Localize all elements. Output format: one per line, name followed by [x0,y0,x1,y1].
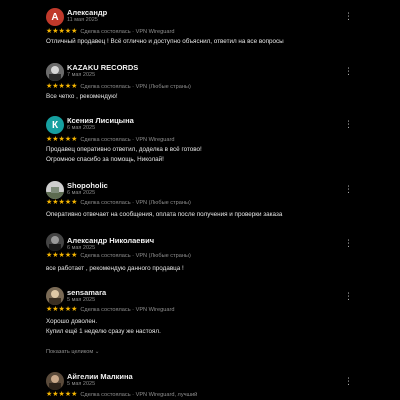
reviewer-name[interactable]: Shopoholic [67,181,108,190]
review-text: Отличный продавец ! Всё отлично и доступ… [46,38,284,45]
deal-status: Сделка состоялась · VPN Wireguard [80,29,175,35]
star-rating: ★★★★★ [46,83,78,90]
review-date: 6 мая 2025 [67,190,96,196]
star-rating: ★★★★★ [46,28,78,35]
deal-status: Сделка состоялась · VPN (Любые страны) [80,253,191,259]
avatar-photo [46,233,64,251]
review-date: 6 мая 2025 [67,245,96,251]
star-rating: ★★★★★ [46,252,78,259]
review-meta: ★★★★★ Сделка состоялась · VPN (Любые стр… [46,252,191,260]
avatar[interactable] [46,63,64,81]
avatar[interactable] [46,181,64,199]
more-vertical-icon[interactable]: ⋮ [344,67,353,76]
deal-status: Сделка состоялась · VPN (Любые страны) [80,200,191,206]
review-text: Огромное спасибо за помощь, Николай! [46,156,164,163]
review-date: 6 мая 2025 [67,125,96,131]
reviewer-name[interactable]: Александр Николаевич [67,236,154,245]
review-meta: ★★★★★ Сделка состоялась · VPN Wireguard [46,28,174,36]
deal-status: Сделка состоялась · VPN Wireguard, лучши… [80,392,198,398]
deal-status: Сделка состоялась · VPN Wireguard [80,137,175,143]
more-vertical-icon[interactable]: ⋮ [344,12,353,21]
review-text: Оперативно отвечает на сообщения, оплата… [46,211,283,218]
show-more-link[interactable]: Показать целиком ⌄ [46,349,100,355]
avatar[interactable] [46,372,64,390]
more-vertical-icon[interactable]: ⋮ [344,120,353,129]
review-date: 5 мая 2025 [67,297,96,303]
review-text: Купил ещё 1 неделю сразу же настоял. [46,328,161,335]
review-meta: ★★★★★ Сделка состоялась · VPN (Любые стр… [46,199,191,207]
avatar-photo [46,63,64,81]
deal-status: Сделка состоялась · VPN (Любые страны) [80,84,191,90]
more-vertical-icon[interactable]: ⋮ [344,239,353,248]
review-text: все работает , рекомендую данного продав… [46,265,184,272]
review-text: Хорошо доволен. [46,318,98,325]
reviewer-name[interactable]: sensamara [67,288,106,297]
more-vertical-icon[interactable]: ⋮ [344,185,353,194]
review-meta: ★★★★★ Сделка состоялась · VPN Wireguard [46,136,174,144]
avatar-letter: К [51,119,59,131]
star-rating: ★★★★★ [46,306,78,313]
avatar-letter: A [51,11,59,23]
reviewer-name[interactable]: Александр [67,8,107,17]
review-date: 5 мая 2025 [67,381,96,387]
avatar-photo [46,181,64,199]
more-vertical-icon[interactable]: ⋮ [344,292,353,301]
avatar[interactable]: К [46,116,64,134]
star-rating: ★★★★★ [46,199,78,206]
reviewer-name[interactable]: KAZAKU RECORDS [67,63,138,72]
avatar[interactable] [46,233,64,251]
review-text: Все четко , рекомендую! [46,93,118,100]
avatar-photo [46,287,64,305]
star-rating: ★★★★★ [46,391,78,398]
more-vertical-icon[interactable]: ⋮ [344,377,353,386]
review-meta: ★★★★★ Сделка состоялась · VPN Wireguard,… [46,391,197,399]
review-text: Продавец оперативно ответил, доделка в в… [46,146,202,153]
reviewer-name[interactable]: Айгелии Малкина [67,372,133,381]
reviewer-name[interactable]: Ксения Лисицына [67,116,134,125]
review-date: 7 мая 2025 [67,72,96,78]
deal-status: Сделка состоялась · VPN Wireguard [80,307,175,313]
avatar[interactable] [46,287,64,305]
avatar[interactable]: A [46,8,64,26]
avatar-photo [46,372,64,390]
star-rating: ★★★★★ [46,136,78,143]
review-meta: ★★★★★ Сделка состоялась · VPN (Любые стр… [46,83,191,91]
review-meta: ★★★★★ Сделка состоялась · VPN Wireguard [46,306,174,314]
review-date: 11 мая 2025 [67,17,98,23]
